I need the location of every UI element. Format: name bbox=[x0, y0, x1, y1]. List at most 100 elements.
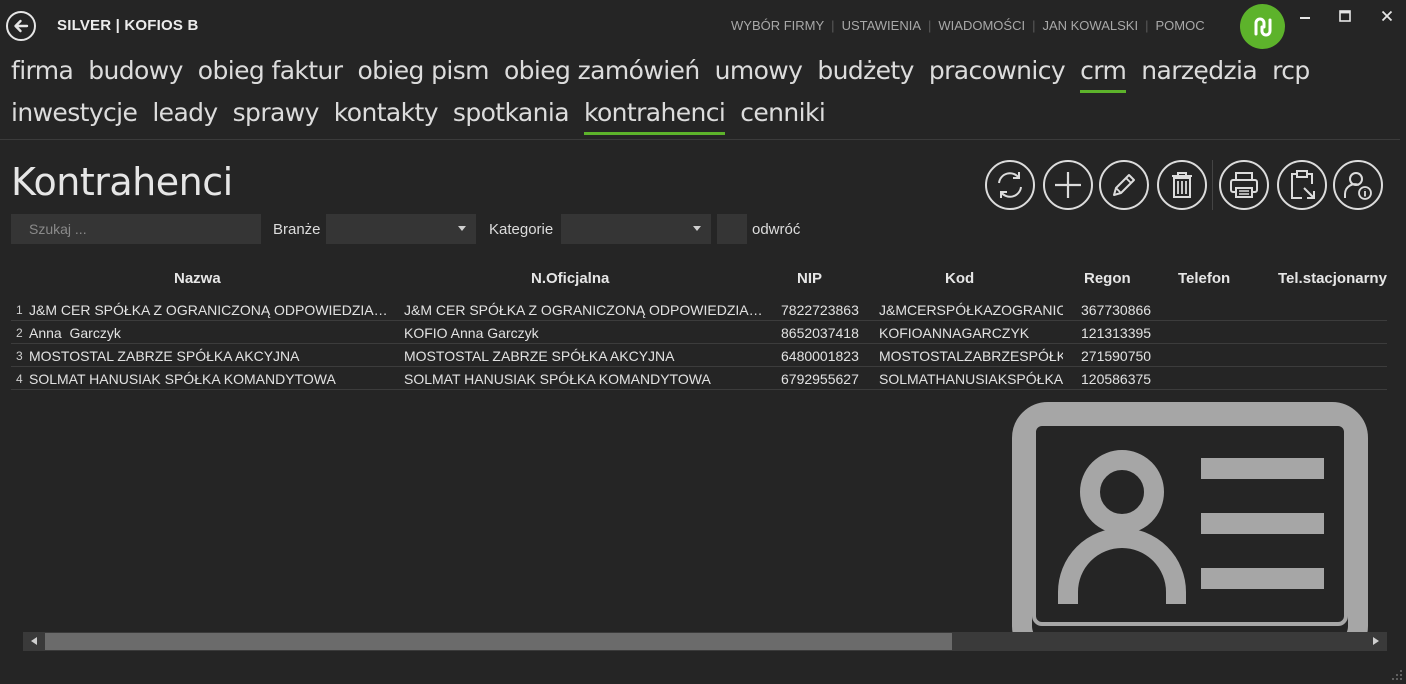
nav-obieg-faktur[interactable]: obieg faktur bbox=[198, 56, 343, 89]
cell-n-oficjalna: J&M CER SPÓŁKA Z OGRANICZONĄ ODPOWIEDZIA… bbox=[404, 302, 770, 318]
column-header-kod[interactable]: Kod bbox=[945, 270, 974, 287]
pencil-icon bbox=[1113, 174, 1135, 196]
topnav-pomoc[interactable]: POMOC bbox=[1155, 18, 1204, 33]
toolbar-separator bbox=[1212, 160, 1213, 210]
cell-nazwa: SOLMAT HANUSIAK SPÓŁKA KOMANDYTOWA bbox=[29, 371, 336, 387]
scroll-right-icon[interactable] bbox=[1373, 637, 1379, 645]
nav-narzedzia[interactable]: narzędzia bbox=[1141, 56, 1257, 89]
nav-obieg-zamowien[interactable]: obieg zamówień bbox=[504, 56, 700, 89]
main-nav-row-1: firma budowy obieg faktur obieg pism obi… bbox=[11, 56, 1325, 93]
contractor-info-button[interactable] bbox=[1333, 160, 1383, 210]
minimize-button[interactable] bbox=[1295, 8, 1315, 24]
plus-icon bbox=[1055, 172, 1081, 198]
scrollbar-thumb[interactable] bbox=[45, 633, 952, 650]
column-header-n-oficjalna[interactable]: N.Oficjalna bbox=[531, 270, 609, 287]
branze-select[interactable] bbox=[326, 214, 476, 244]
arrow-left-icon bbox=[14, 19, 29, 33]
nav-firma[interactable]: firma bbox=[11, 56, 74, 89]
close-icon bbox=[1381, 10, 1393, 22]
topnav-separator: | bbox=[1145, 18, 1149, 33]
cell-nip: 8652037418 bbox=[781, 325, 859, 341]
row-number: 2 bbox=[16, 326, 23, 340]
maximize-icon bbox=[1339, 10, 1351, 22]
chevron-down-icon bbox=[458, 226, 466, 231]
nav-rcp[interactable]: rcp bbox=[1272, 56, 1310, 89]
subnav-sprawy[interactable]: sprawy bbox=[233, 98, 320, 131]
export-button[interactable] bbox=[1277, 160, 1327, 210]
top-navigation: WYBÓR FIRMY | USTAWIENIA | WIADOMOŚCI | … bbox=[731, 18, 1205, 33]
topnav-ustawienia[interactable]: USTAWIENIA bbox=[842, 18, 921, 33]
close-button[interactable] bbox=[1377, 8, 1397, 24]
maximize-button[interactable] bbox=[1335, 8, 1355, 24]
search-input[interactable] bbox=[11, 214, 261, 244]
subnav-cenniki[interactable]: cenniki bbox=[740, 98, 826, 131]
topnav-separator: | bbox=[1032, 18, 1036, 33]
clipboard-export-icon bbox=[1291, 170, 1315, 199]
topnav-user[interactable]: JAN KOWALSKI bbox=[1042, 18, 1138, 33]
cell-regon: 367730866 bbox=[1081, 302, 1152, 318]
refresh-button[interactable] bbox=[985, 160, 1035, 210]
trash-icon bbox=[1172, 172, 1192, 198]
kategorie-select[interactable] bbox=[561, 214, 711, 244]
cell-nip: 7822723863 bbox=[781, 302, 859, 318]
nav-budowy[interactable]: budowy bbox=[88, 56, 183, 89]
cell-kod: KOFIOANNAGARCZYK bbox=[879, 325, 1030, 341]
subnav-kontakty[interactable]: kontakty bbox=[334, 98, 439, 131]
topnav-wiadomosci[interactable]: WIADOMOŚCI bbox=[938, 18, 1025, 33]
subnav-kontrahenci[interactable]: kontrahenci bbox=[583, 98, 726, 135]
chevron-down-icon bbox=[693, 226, 701, 231]
table-row[interactable]: 2 Anna Garczyk KOFIO Anna Garczyk 865203… bbox=[11, 321, 1387, 344]
refresh-icon bbox=[998, 172, 1022, 198]
column-header-regon[interactable]: Regon bbox=[1084, 270, 1131, 287]
cell-regon: 120586375 bbox=[1081, 371, 1152, 387]
print-button[interactable] bbox=[1219, 160, 1269, 210]
nav-pracownicy[interactable]: pracownicy bbox=[929, 56, 1066, 89]
contractors-table: Nazwa N.Oficjalna NIP Kod Regon Telefon … bbox=[11, 264, 1387, 394]
user-info-icon bbox=[1344, 172, 1372, 200]
title-bar: SILVER | KOFIOS B WYBÓR FIRMY | USTAWIEN… bbox=[0, 0, 1406, 52]
scroll-left-icon[interactable] bbox=[31, 637, 37, 645]
row-number: 3 bbox=[16, 349, 23, 363]
edit-button[interactable] bbox=[1099, 160, 1149, 210]
delete-button[interactable] bbox=[1157, 160, 1207, 210]
resize-grip-icon[interactable] bbox=[1392, 670, 1402, 680]
column-header-nip[interactable]: NIP bbox=[797, 270, 822, 287]
subnav-spotkania[interactable]: spotkania bbox=[453, 98, 570, 131]
reverse-checkbox[interactable] bbox=[717, 214, 747, 244]
cell-nazwa: Anna Garczyk bbox=[29, 325, 121, 341]
page-title: Kontrahenci bbox=[11, 160, 233, 204]
topnav-separator: | bbox=[831, 18, 835, 33]
cell-nip: 6792955627 bbox=[781, 371, 859, 387]
branze-label: Branże bbox=[273, 221, 321, 238]
printer-icon bbox=[1230, 172, 1258, 198]
cell-nip: 6480001823 bbox=[781, 348, 859, 364]
app-logo bbox=[1240, 4, 1285, 49]
cell-n-oficjalna: SOLMAT HANUSIAK SPÓŁKA KOMANDYTOWA bbox=[404, 371, 711, 387]
column-header-nazwa[interactable]: Nazwa bbox=[174, 270, 221, 287]
row-number: 4 bbox=[16, 372, 23, 386]
reverse-label[interactable]: odwróć bbox=[752, 221, 800, 238]
nav-divider bbox=[0, 139, 1400, 140]
table-row[interactable]: 1 J&M CER SPÓŁKA Z OGRANICZONĄ ODPOWIEDZ… bbox=[11, 298, 1387, 321]
horizontal-scrollbar[interactable] bbox=[23, 632, 1387, 651]
table-row[interactable]: 4 SOLMAT HANUSIAK SPÓŁKA KOMANDYTOWA SOL… bbox=[11, 367, 1387, 390]
nav-umowy[interactable]: umowy bbox=[715, 56, 803, 89]
topnav-wybor-firmy[interactable]: WYBÓR FIRMY bbox=[731, 18, 824, 33]
cell-regon: 121313395 bbox=[1081, 325, 1152, 341]
nav-budzety[interactable]: budżety bbox=[817, 56, 914, 89]
topnav-separator: | bbox=[928, 18, 932, 33]
column-header-telefon[interactable]: Telefon bbox=[1178, 270, 1230, 287]
cell-n-oficjalna: KOFIO Anna Garczyk bbox=[404, 325, 539, 341]
column-header-tel-stacjonarny[interactable]: Tel.stacjonarny bbox=[1278, 270, 1387, 287]
nav-crm[interactable]: crm bbox=[1080, 56, 1127, 93]
table-row[interactable]: 3 MOSTOSTAL ZABRZE SPÓŁKA AKCYJNA MOSTOS… bbox=[11, 344, 1387, 367]
subnav-inwestycje[interactable]: inwestycje bbox=[11, 98, 138, 131]
add-button[interactable] bbox=[1043, 160, 1093, 210]
nav-obieg-pism[interactable]: obieg pism bbox=[357, 56, 489, 89]
cell-n-oficjalna: MOSTOSTAL ZABRZE SPÓŁKA AKCYJNA bbox=[404, 348, 675, 364]
app-title: SILVER | KOFIOS B bbox=[57, 17, 199, 34]
subnav-leady[interactable]: leady bbox=[152, 98, 218, 131]
back-button[interactable] bbox=[6, 11, 36, 41]
contact-card-icon bbox=[1012, 402, 1368, 634]
main-nav-row-2: inwestycje leady sprawy kontakty spotkan… bbox=[11, 98, 840, 135]
